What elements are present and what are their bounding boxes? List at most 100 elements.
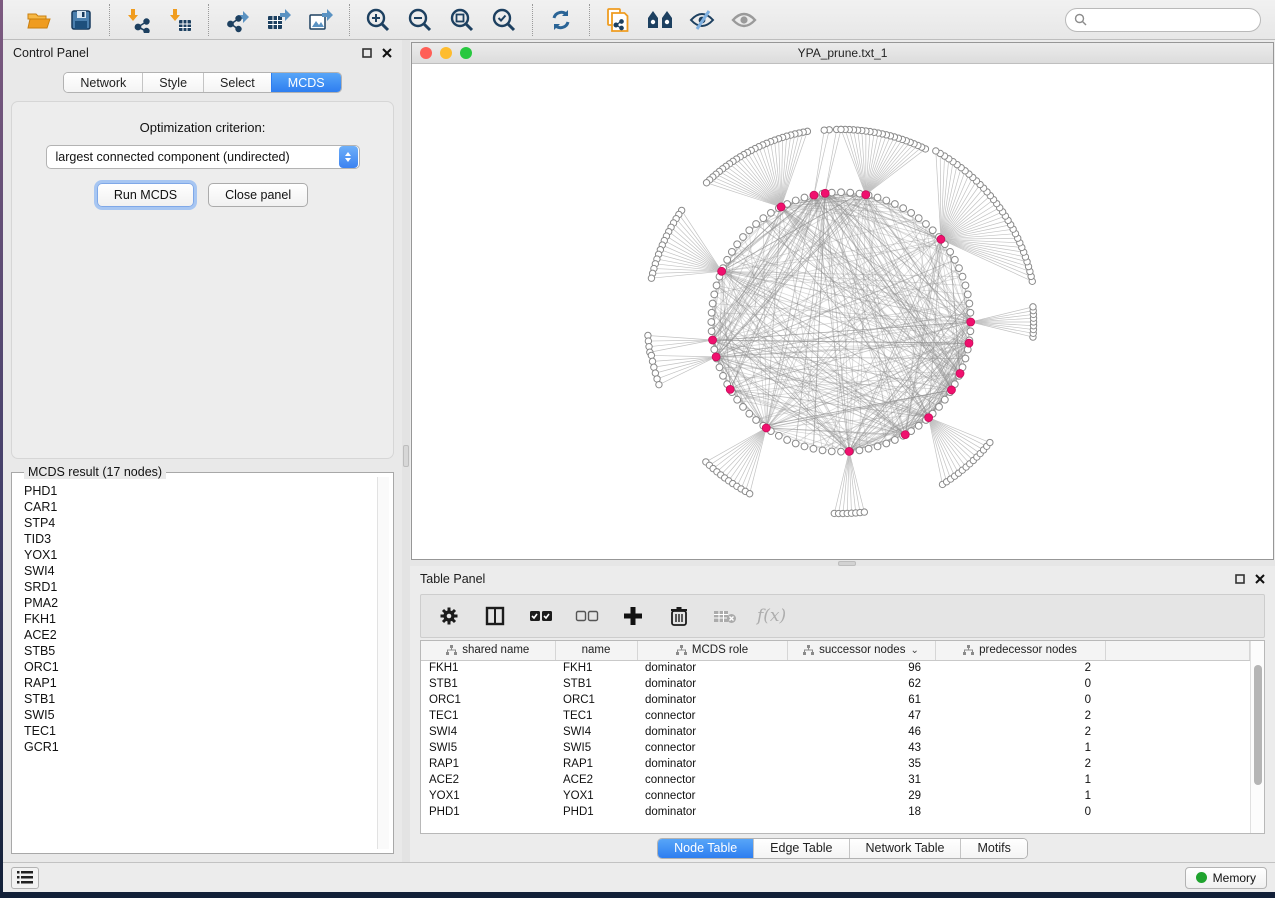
table-cell: YOX1 <box>555 788 637 804</box>
mcds-result-list[interactable]: PHD1CAR1STP4TID3YOX1SWI4SRD1PMA2FKH1ACE2… <box>16 477 389 849</box>
column-header-shared-name[interactable]: shared name <box>421 641 555 660</box>
mcds-result-item[interactable]: PHD1 <box>24 483 389 499</box>
table-cell: dominator <box>637 756 787 772</box>
zoom-out-icon[interactable] <box>406 6 434 34</box>
column-header-name[interactable]: name <box>555 641 637 660</box>
add-icon[interactable] <box>619 602 647 630</box>
mcds-list-scrollbar[interactable] <box>377 477 389 849</box>
column-view-icon[interactable] <box>481 602 509 630</box>
vertical-splitter[interactable] <box>402 40 410 862</box>
open-folder-icon[interactable] <box>25 6 53 34</box>
mcds-result-item[interactable]: YOX1 <box>24 547 389 563</box>
mcds-result-item[interactable]: SWI4 <box>24 563 389 579</box>
table-cell: 2 <box>935 708 1105 724</box>
function-icon[interactable]: f(x) <box>757 606 786 626</box>
table-row[interactable]: SWI5SWI5connector431 <box>421 740 1250 756</box>
table-cell: 1 <box>935 772 1105 788</box>
table-scrollbar[interactable] <box>1250 641 1264 833</box>
float-panel-icon[interactable] <box>361 48 372 59</box>
table-row[interactable]: TEC1TEC1connector472 <box>421 708 1250 724</box>
mcds-result-item[interactable]: STB1 <box>24 691 389 707</box>
zoom-fit-icon[interactable] <box>448 6 476 34</box>
select-all-icon[interactable] <box>527 602 555 630</box>
horizontal-splitter[interactable] <box>410 560 1275 566</box>
close-panel-icon[interactable] <box>381 48 392 59</box>
tab-network-table[interactable]: Network Table <box>849 839 961 858</box>
mcds-result-item[interactable]: STB5 <box>24 643 389 659</box>
mcds-result-item[interactable]: CAR1 <box>24 499 389 515</box>
splitter-handle[interactable] <box>838 561 856 566</box>
zoom-in-icon[interactable] <box>364 6 392 34</box>
save-icon[interactable] <box>67 6 95 34</box>
column-header-predecessor-nodes[interactable]: predecessor nodes <box>935 641 1105 660</box>
hide-selected-icon[interactable] <box>688 6 716 34</box>
task-history-button[interactable] <box>11 867 39 889</box>
control-panel-tabs: Network Style Select MCDS <box>63 72 341 93</box>
mcds-result-item[interactable]: GCR1 <box>24 739 389 755</box>
tab-style[interactable]: Style <box>142 73 203 92</box>
mcds-result-item[interactable]: RAP1 <box>24 675 389 691</box>
table-row[interactable]: ACE2ACE2connector311 <box>421 772 1250 788</box>
mcds-tab-content: Optimization criterion: largest connecte… <box>11 101 394 459</box>
table-cell: 1 <box>935 788 1105 804</box>
mcds-result-item[interactable]: SRD1 <box>24 579 389 595</box>
delete-table-icon[interactable] <box>711 602 739 630</box>
mcds-result-item[interactable]: ORC1 <box>24 659 389 675</box>
memory-button[interactable]: Memory <box>1185 867 1267 889</box>
network-canvas[interactable] <box>412 64 1273 559</box>
table-row[interactable]: PHD1PHD1dominator180 <box>421 804 1250 820</box>
table-row[interactable]: YOX1YOX1connector291 <box>421 788 1250 804</box>
chevron-down-icon[interactable]: ⌄ <box>910 645 918 656</box>
show-all-icon[interactable] <box>730 6 758 34</box>
export-network-icon[interactable] <box>223 6 251 34</box>
mcds-result-item[interactable]: TID3 <box>24 531 389 547</box>
import-table-icon[interactable] <box>166 6 194 34</box>
mcds-result-item[interactable]: ACE2 <box>24 627 389 643</box>
column-header-successor-nodes[interactable]: successor nodes⌄ <box>787 641 935 660</box>
close-panel-button[interactable]: Close panel <box>208 183 308 207</box>
table-row[interactable]: STB1STB1dominator620 <box>421 676 1250 692</box>
table-row[interactable]: SWI4SWI4dominator462 <box>421 724 1250 740</box>
refresh-icon[interactable] <box>547 6 575 34</box>
tab-motifs[interactable]: Motifs <box>960 839 1026 858</box>
tab-edge-table[interactable]: Edge Table <box>753 839 848 858</box>
mcds-result-item[interactable]: TEC1 <box>24 723 389 739</box>
mcds-result-item[interactable]: FKH1 <box>24 611 389 627</box>
table-cell: 2 <box>935 724 1105 740</box>
table-scrollbar-thumb[interactable] <box>1254 665 1262 785</box>
zoom-selected-icon[interactable] <box>490 6 518 34</box>
gear-icon[interactable] <box>435 602 463 630</box>
column-header-mcds-role[interactable]: MCDS role <box>637 641 787 660</box>
table-row[interactable]: RAP1RAP1dominator352 <box>421 756 1250 772</box>
export-image-icon[interactable] <box>307 6 335 34</box>
deselect-all-icon[interactable] <box>573 602 601 630</box>
splitter-handle[interactable] <box>403 445 409 467</box>
table-cell: 35 <box>787 756 935 772</box>
first-neighbors-icon[interactable] <box>646 6 674 34</box>
network-window-titlebar[interactable]: YPA_prune.txt_1 <box>412 43 1273 64</box>
close-panel-icon[interactable] <box>1254 574 1265 585</box>
delete-icon[interactable] <box>665 602 693 630</box>
tab-select[interactable]: Select <box>203 73 271 92</box>
control-panel-title: Control Panel <box>13 46 89 60</box>
table-row[interactable]: FKH1FKH1dominator962 <box>421 660 1250 676</box>
table-row[interactable]: ORC1ORC1dominator610 <box>421 692 1250 708</box>
control-panel: Control Panel Network Style Select MCDS … <box>3 40 402 862</box>
mcds-result-item[interactable]: SWI5 <box>24 707 389 723</box>
criterion-select[interactable]: largest connected component (undirected) <box>46 145 360 169</box>
table-cell <box>1105 676 1250 692</box>
search-field[interactable] <box>1065 8 1261 32</box>
export-table-icon[interactable] <box>265 6 293 34</box>
tab-mcds[interactable]: MCDS <box>271 73 341 92</box>
table-cell: connector <box>637 740 787 756</box>
tab-node-table[interactable]: Node Table <box>658 839 753 858</box>
mcds-result-item[interactable]: PMA2 <box>24 595 389 611</box>
node-attribute-icon <box>676 645 687 655</box>
float-panel-icon[interactable] <box>1234 574 1245 585</box>
run-mcds-button[interactable]: Run MCDS <box>97 183 194 207</box>
import-network-icon[interactable] <box>124 6 152 34</box>
mcds-result-item[interactable]: STP4 <box>24 515 389 531</box>
tab-network[interactable]: Network <box>64 73 142 92</box>
search-input[interactable] <box>1092 13 1252 27</box>
clone-network-icon[interactable] <box>604 6 632 34</box>
